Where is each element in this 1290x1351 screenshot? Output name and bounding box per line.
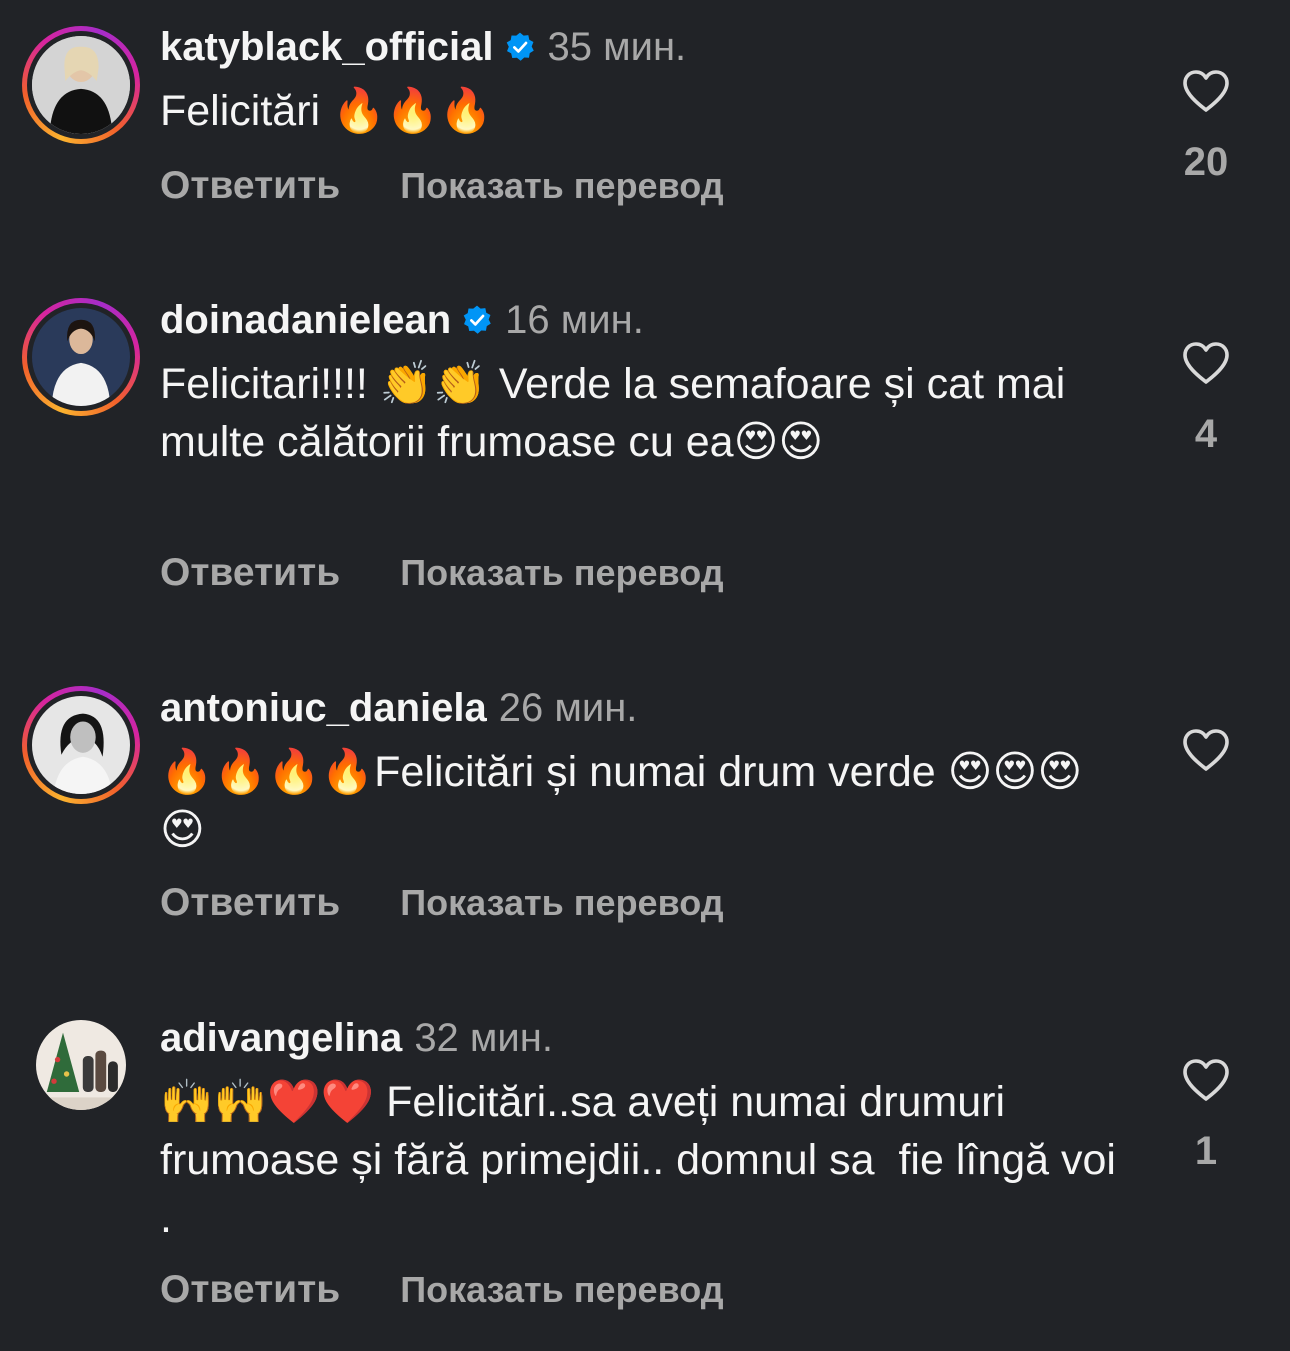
comment-actions: Ответить Показать перевод — [160, 164, 724, 208]
comment-actions: Ответить Показать перевод — [160, 881, 724, 925]
username[interactable]: antoniuc_daniela — [160, 684, 487, 732]
show-translation-button[interactable]: Показать перевод — [400, 165, 723, 207]
like-control: 20 — [1160, 68, 1252, 185]
reply-button[interactable]: Ответить — [160, 881, 340, 925]
like-control — [1160, 727, 1252, 799]
heart-outline-icon[interactable] — [1181, 1057, 1231, 1103]
show-translation-button[interactable]: Показать перевод — [400, 552, 723, 594]
reply-button[interactable]: Ответить — [160, 1268, 340, 1312]
avatar — [32, 36, 130, 134]
like-count: 4 — [1194, 412, 1218, 456]
comment-actions: Ответить Показать перевод — [160, 551, 724, 595]
comment-actions: Ответить Показать перевод — [160, 1268, 724, 1312]
heart-outline-icon[interactable] — [1181, 727, 1231, 773]
reply-button[interactable]: Ответить — [160, 164, 340, 208]
like-count: 1 — [1194, 1129, 1218, 1173]
username[interactable]: katyblack_official — [160, 23, 494, 71]
show-translation-button[interactable]: Показать перевод — [400, 1269, 723, 1311]
comment-timestamp: 35 мин. — [547, 25, 687, 69]
avatar — [36, 1020, 126, 1110]
comment-header: doinadanielean 16 мин. — [160, 296, 644, 344]
comment-text: 🙌🙌❤️❤️ Felicitări..sa aveți numai drumur… — [160, 1078, 1128, 1242]
verified-badge-icon — [463, 305, 491, 334]
comment-timestamp: 16 мин. — [505, 298, 644, 342]
username[interactable]: adivangelina — [160, 1014, 402, 1062]
avatar — [32, 696, 130, 794]
heart-outline-icon[interactable] — [1181, 68, 1231, 114]
show-translation-button[interactable]: Показать перевод — [400, 882, 723, 924]
comment-text: Felicitări 🔥🔥🔥 — [160, 87, 493, 135]
avatar-story-ring[interactable] — [22, 686, 140, 804]
reply-button[interactable]: Ответить — [160, 551, 340, 595]
username[interactable]: doinadanielean — [160, 296, 451, 344]
comment-text: Felicitari!!!! 👏👏 Verde la semafoare și … — [160, 360, 1078, 466]
verified-badge-icon — [506, 32, 534, 61]
like-count: 20 — [1183, 140, 1229, 184]
heart-outline-icon[interactable] — [1181, 340, 1231, 386]
comment-header: antoniuc_daniela 26 мин. — [160, 684, 637, 732]
like-control: 4 — [1160, 340, 1252, 457]
like-control: 1 — [1160, 1057, 1252, 1174]
avatar — [32, 308, 130, 406]
comment-timestamp: 26 мин. — [498, 686, 638, 730]
avatar-story-ring[interactable] — [22, 26, 140, 144]
comment-header: katyblack_official 35 мин. — [160, 23, 686, 71]
avatar-container[interactable] — [22, 1006, 140, 1124]
comment-text: 🔥🔥🔥🔥Felicitări și numai drum verde 😍😍😍😍 — [160, 748, 1083, 854]
comment-header: adivangelina 32 мин. — [160, 1014, 553, 1062]
comment-timestamp: 32 мин. — [414, 1016, 553, 1060]
avatar-story-ring[interactable] — [22, 298, 140, 416]
